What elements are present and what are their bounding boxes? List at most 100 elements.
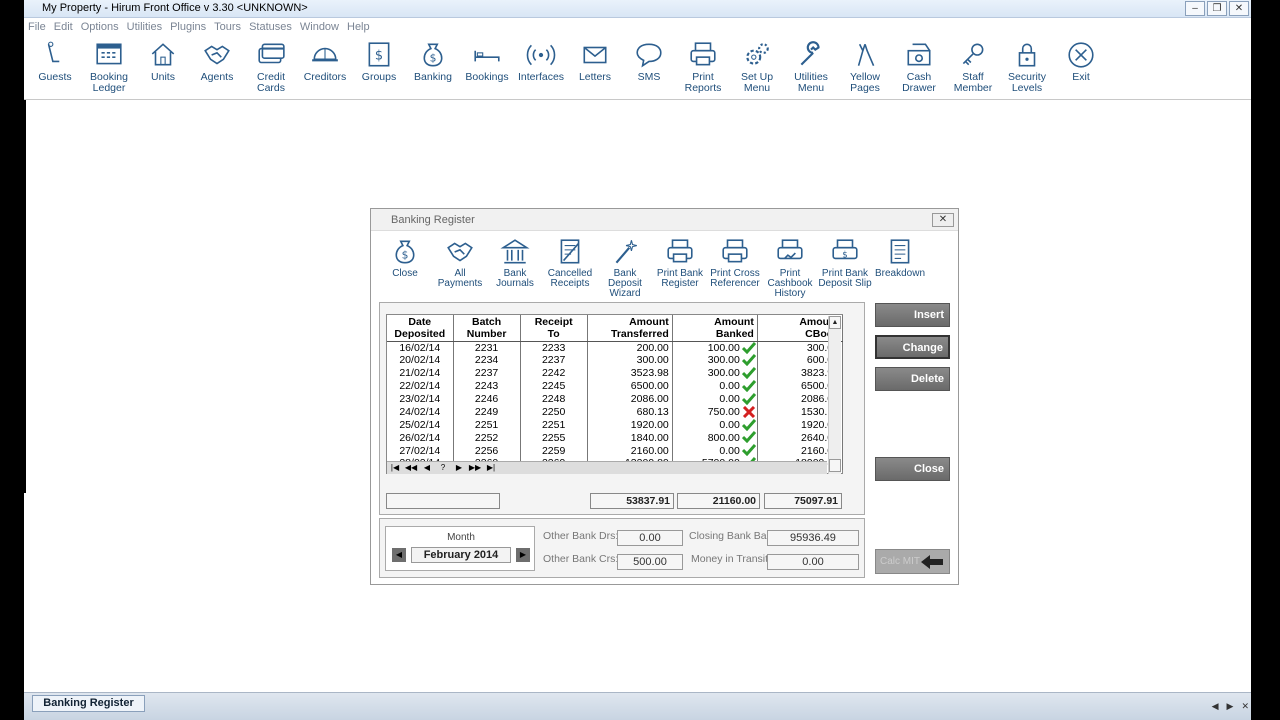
dialog-toolbar-all-payments-button[interactable]: All Payments: [432, 237, 488, 289]
cell-date[interactable]: 27/02/14: [387, 444, 454, 458]
menu-tours[interactable]: Tours: [210, 19, 245, 36]
cell-banked[interactable]: 0.00: [672, 418, 758, 432]
col-header-date[interactable]: Date: [387, 315, 454, 328]
month-value[interactable]: February 2014: [411, 547, 511, 563]
cell-banked[interactable]: 0.00: [672, 379, 758, 393]
toolbar-yellow-pages-button[interactable]: Yellow Pages: [837, 38, 893, 94]
table-row[interactable]: 26/02/14 2252 2255 1840.00 800.00 2640.00: [387, 431, 844, 445]
toolbar-letters-button[interactable]: Letters: [567, 38, 623, 83]
cell-receipt-to[interactable]: 2255: [520, 431, 588, 445]
help-button[interactable]: ?: [435, 462, 451, 474]
grid-vertical-scrollbar[interactable]: ▲: [828, 316, 841, 474]
menu-options[interactable]: Options: [77, 19, 123, 36]
change-button[interactable]: Change: [875, 335, 950, 359]
col-header-receipt[interactable]: Receipt: [520, 315, 588, 328]
scroll-up-arrow-icon[interactable]: ▲: [829, 316, 841, 329]
dialog-toolbar-print-bank-deposit-slip-button[interactable]: $ Print Bank Deposit Slip: [817, 237, 873, 289]
col-subheader-batch[interactable]: Number: [453, 328, 521, 342]
cell-banked[interactable]: 800.00: [672, 431, 758, 445]
dialog-toolbar-close-button[interactable]: $ Close: [377, 237, 433, 279]
cell-batch[interactable]: 2256: [453, 444, 521, 458]
cell-banked[interactable]: 0.00: [672, 392, 758, 406]
toolbar-banking-button[interactable]: $ Banking: [405, 38, 461, 83]
table-row[interactable]: 24/02/14 2249 2250 680.13 750.00 1530.13: [387, 405, 844, 419]
tab-close-icon[interactable]: ✕: [1241, 701, 1249, 712]
cell-receipt-to[interactable]: 2251: [520, 418, 588, 432]
minimize-button[interactable]: –: [1185, 1, 1205, 16]
toolbar-print-reports-button[interactable]: Print Reports: [675, 38, 731, 94]
toolbar-set-up-menu-button[interactable]: Set Up Menu: [729, 38, 785, 94]
menu-utilities[interactable]: Utilities: [123, 19, 166, 36]
next-record-button[interactable]: ▶: [451, 462, 467, 474]
cell-receipt-to[interactable]: 2245: [520, 379, 588, 393]
closing-bank-bal-field[interactable]: 95936.49: [767, 530, 859, 546]
first-record-button[interactable]: |◀: [387, 462, 403, 474]
tab-scroll-left-icon[interactable]: ◀: [1212, 701, 1219, 712]
prev-page-button[interactable]: ◀◀: [403, 462, 419, 474]
cell-date[interactable]: 23/02/14: [387, 392, 454, 406]
table-row[interactable]: 25/02/14 2251 2251 1920.00 0.00 1920.00: [387, 418, 844, 432]
cell-transferred[interactable]: 1840.00: [587, 431, 673, 445]
tab-scroll-right-icon[interactable]: ▶: [1227, 701, 1234, 712]
cell-date[interactable]: 22/02/14: [387, 379, 454, 393]
dialog-toolbar-cancelled-receipts-button[interactable]: Cancelled Receipts: [542, 237, 598, 289]
close-button[interactable]: Close: [875, 457, 950, 481]
menu-help[interactable]: Help: [343, 19, 374, 36]
cell-banked[interactable]: 100.00: [672, 341, 758, 354]
cell-banked[interactable]: 0.00: [672, 444, 758, 458]
insert-button[interactable]: Insert: [875, 303, 950, 327]
cell-batch[interactable]: 2231: [453, 341, 521, 354]
col-subheader-receipt[interactable]: To: [520, 328, 588, 342]
cell-batch[interactable]: 2249: [453, 405, 521, 419]
toolbar-sms-button[interactable]: SMS: [621, 38, 677, 83]
cell-receipt-to[interactable]: 2248: [520, 392, 588, 406]
menu-statuses[interactable]: Statuses: [245, 19, 296, 36]
cell-receipt-to[interactable]: 2250: [520, 405, 588, 419]
other-bank-crs-field[interactable]: 500.00: [617, 554, 683, 570]
col-subheader-banked[interactable]: Banked: [672, 328, 758, 342]
dialog-toolbar-print-bank-register-button[interactable]: Print Bank Register: [652, 237, 708, 289]
cell-transferred[interactable]: 2086.00: [587, 392, 673, 406]
toolbar-utilities-menu-button[interactable]: Utilities Menu: [783, 38, 839, 94]
toolbar-creditors-button[interactable]: Creditors: [297, 38, 353, 83]
table-row[interactable]: 21/02/14 2237 2242 3523.98 300.00 3823.98: [387, 366, 844, 380]
cell-receipt-to[interactable]: 2233: [520, 341, 588, 354]
toolbar-guests-button[interactable]: Guests: [27, 38, 83, 83]
toolbar-security-levels-button[interactable]: Security Levels: [999, 38, 1055, 94]
cell-batch[interactable]: 2251: [453, 418, 521, 432]
cell-transferred[interactable]: 6500.00: [587, 379, 673, 393]
cell-batch[interactable]: 2252: [453, 431, 521, 445]
toolbar-units-button[interactable]: Units: [135, 38, 191, 83]
menu-window[interactable]: Window: [296, 19, 343, 36]
cell-transferred[interactable]: 3523.98: [587, 366, 673, 380]
table-row[interactable]: 20/02/14 2234 2237 300.00 300.00 600.00: [387, 353, 844, 367]
tab-banking-register[interactable]: Banking Register: [32, 695, 145, 712]
cell-banked[interactable]: 300.00: [672, 353, 758, 367]
dialog-close-button[interactable]: ✕: [932, 213, 954, 227]
cell-date[interactable]: 24/02/14: [387, 405, 454, 419]
menu-plugins[interactable]: Plugins: [166, 19, 210, 36]
other-bank-drs-field[interactable]: 0.00: [617, 530, 683, 546]
next-page-button[interactable]: ▶▶: [467, 462, 483, 474]
toolbar-staff-member-button[interactable]: Staff Member: [945, 38, 1001, 94]
cell-banked[interactable]: 750.00: [672, 405, 758, 419]
cell-transferred[interactable]: 1920.00: [587, 418, 673, 432]
dialog-toolbar-bank-journals-button[interactable]: Bank Journals: [487, 237, 543, 289]
cell-transferred[interactable]: 200.00: [587, 341, 673, 354]
last-record-button[interactable]: ▶|: [483, 462, 499, 474]
next-month-button[interactable]: ▶: [516, 548, 530, 562]
cell-date[interactable]: 16/02/14: [387, 341, 454, 354]
cell-date[interactable]: 20/02/14: [387, 353, 454, 367]
col-header-transferred[interactable]: Amount: [587, 315, 673, 328]
cell-receipt-to[interactable]: 2242: [520, 366, 588, 380]
dialog-toolbar-print-cashbook-history-button[interactable]: Print Cashbook History: [762, 237, 818, 299]
cell-date[interactable]: 26/02/14: [387, 431, 454, 445]
table-row[interactable]: 22/02/14 2243 2245 6500.00 0.00 6500.00: [387, 379, 844, 393]
toolbar-bookings-button[interactable]: Bookings: [459, 38, 515, 83]
restore-button[interactable]: ❐: [1207, 1, 1227, 16]
close-window-button[interactable]: ✕: [1229, 1, 1249, 16]
menu-file[interactable]: File: [24, 19, 50, 36]
toolbar-exit-button[interactable]: Exit: [1053, 38, 1109, 83]
calc-mit-button[interactable]: Calc MIT: [875, 549, 950, 574]
table-row[interactable]: 23/02/14 2246 2248 2086.00 0.00 2086.00: [387, 392, 844, 406]
